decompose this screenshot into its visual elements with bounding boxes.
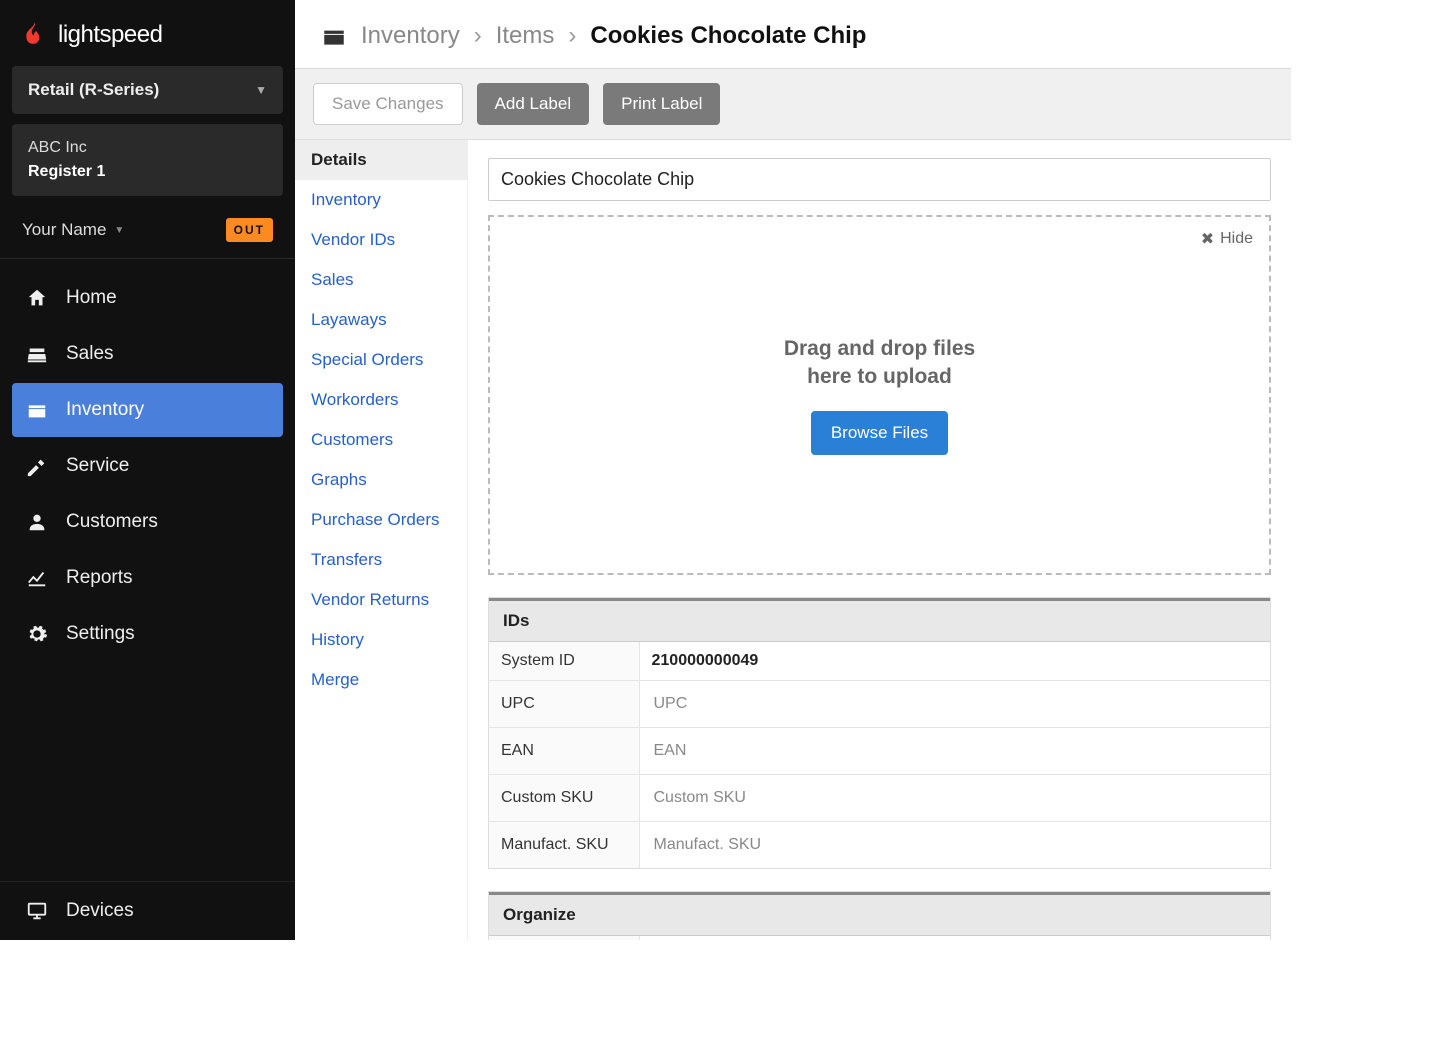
nav-label: Devices xyxy=(66,900,134,922)
brand-name: lightspeed xyxy=(58,21,162,49)
clock-status-badge[interactable]: OUT xyxy=(226,218,273,242)
box-icon xyxy=(26,399,48,421)
browse-files-button[interactable]: Browse Files xyxy=(811,411,948,455)
ids-panel-header: IDs xyxy=(489,598,1270,642)
row-category: Category Pastry xyxy=(489,936,1270,940)
caret-down-icon: ▼ xyxy=(255,83,267,97)
company-name: ABC Inc xyxy=(28,136,267,160)
subnav-graphs[interactable]: Graphs xyxy=(295,460,467,500)
product-picker[interactable]: Retail (R-Series) ▼ xyxy=(12,66,283,114)
flame-icon xyxy=(22,20,48,50)
subnav-purchase-orders[interactable]: Purchase Orders xyxy=(295,500,467,540)
breadcrumb-current: Cookies Chocolate Chip xyxy=(590,22,866,50)
subnav-workorders[interactable]: Workorders xyxy=(295,380,467,420)
product-picker-label: Retail (R-Series) xyxy=(28,80,159,100)
breadcrumb-root[interactable]: Inventory xyxy=(361,22,460,50)
register-name: Register 1 xyxy=(28,160,267,184)
subnav-layaways[interactable]: Layaways xyxy=(295,300,467,340)
nav-inventory[interactable]: Inventory xyxy=(12,383,283,437)
subnav-transfers[interactable]: Transfers xyxy=(295,540,467,580)
subnav-vendor-returns[interactable]: Vendor Returns xyxy=(295,580,467,620)
hide-label: Hide xyxy=(1220,230,1253,248)
nav-label: Customers xyxy=(66,511,158,533)
nav-settings[interactable]: Settings xyxy=(12,607,283,661)
subnav-sales[interactable]: Sales xyxy=(295,260,467,300)
label: System ID xyxy=(489,642,639,681)
item-title-input[interactable] xyxy=(488,158,1271,201)
breadcrumb-parent[interactable]: Items xyxy=(496,22,555,50)
close-icon: ✖ xyxy=(1201,229,1214,249)
subnav-details[interactable]: Details xyxy=(295,140,467,180)
user-menu[interactable]: Your Name ▼ xyxy=(22,220,124,240)
nav-reports[interactable]: Reports xyxy=(12,551,283,605)
box-icon xyxy=(321,25,347,47)
hide-dropzone-button[interactable]: ✖ Hide xyxy=(1201,229,1253,249)
nav-label: Settings xyxy=(66,623,135,645)
custom-sku-input[interactable] xyxy=(652,785,1259,811)
user-name-label: Your Name xyxy=(22,220,106,240)
row-manufact-sku: Manufact. SKU xyxy=(489,822,1270,869)
nav-customers[interactable]: Customers xyxy=(12,495,283,549)
item-subnav: Details Inventory Vendor IDs Sales Layaw… xyxy=(295,140,468,940)
label: UPC xyxy=(489,681,639,728)
breadcrumb: Inventory › Items › Cookies Chocolate Ch… xyxy=(295,0,1291,68)
ean-input[interactable] xyxy=(652,738,1259,764)
chevron-right-icon: › xyxy=(474,22,482,50)
hammer-icon xyxy=(26,455,48,477)
add-label-button[interactable]: Add Label xyxy=(477,83,590,125)
subnav-vendor-ids[interactable]: Vendor IDs xyxy=(295,220,467,260)
organize-panel-header: Organize xyxy=(489,892,1270,936)
divider xyxy=(0,258,295,259)
user-icon xyxy=(26,511,48,533)
subnav-customers[interactable]: Customers xyxy=(295,420,467,460)
manufact-sku-input[interactable] xyxy=(652,832,1259,858)
nav-label: Service xyxy=(66,455,129,477)
subnav-inventory[interactable]: Inventory xyxy=(295,180,467,220)
location-box[interactable]: ABC Inc Register 1 xyxy=(12,124,283,196)
value: 210000000049 xyxy=(639,642,1270,681)
nav-home[interactable]: Home xyxy=(12,271,283,325)
organize-panel: Organize Category Pastry Brand xyxy=(488,891,1271,940)
subnav-merge[interactable]: Merge xyxy=(295,660,467,700)
nav-service[interactable]: Service xyxy=(12,439,283,493)
chevron-right-icon: › xyxy=(568,22,576,50)
row-system-id: System ID 210000000049 xyxy=(489,642,1270,681)
brand-logo: lightspeed xyxy=(0,0,295,66)
nav-sales[interactable]: Sales xyxy=(12,327,283,381)
action-bar: Save Changes Add Label Print Label xyxy=(295,68,1291,140)
save-button: Save Changes xyxy=(313,83,463,125)
home-icon xyxy=(26,287,48,309)
row-custom-sku: Custom SKU xyxy=(489,775,1270,822)
dropzone-text: Drag and drop files here to upload xyxy=(784,335,975,392)
label: EAN xyxy=(489,728,639,775)
monitor-icon xyxy=(26,900,48,922)
label: Category xyxy=(489,936,639,940)
nav-label: Home xyxy=(66,287,117,309)
row-upc: UPC xyxy=(489,681,1270,728)
subnav-history[interactable]: History xyxy=(295,620,467,660)
gear-icon xyxy=(26,623,48,645)
nav-label: Inventory xyxy=(66,399,144,421)
label: Manufact. SKU xyxy=(489,822,639,869)
subnav-special-orders[interactable]: Special Orders xyxy=(295,340,467,380)
print-label-button[interactable]: Print Label xyxy=(603,83,720,125)
nav-label: Reports xyxy=(66,567,133,589)
image-dropzone[interactable]: ✖ Hide Drag and drop files here to uploa… xyxy=(488,215,1271,575)
register-icon xyxy=(26,343,48,365)
caret-down-icon: ▼ xyxy=(114,225,124,236)
ids-panel: IDs System ID 210000000049 UPC EAN xyxy=(488,597,1271,869)
chart-icon xyxy=(26,567,48,589)
nav-label: Sales xyxy=(66,343,114,365)
label: Custom SKU xyxy=(489,775,639,822)
row-ean: EAN xyxy=(489,728,1270,775)
upc-input[interactable] xyxy=(652,691,1259,717)
nav-devices[interactable]: Devices xyxy=(0,881,295,940)
